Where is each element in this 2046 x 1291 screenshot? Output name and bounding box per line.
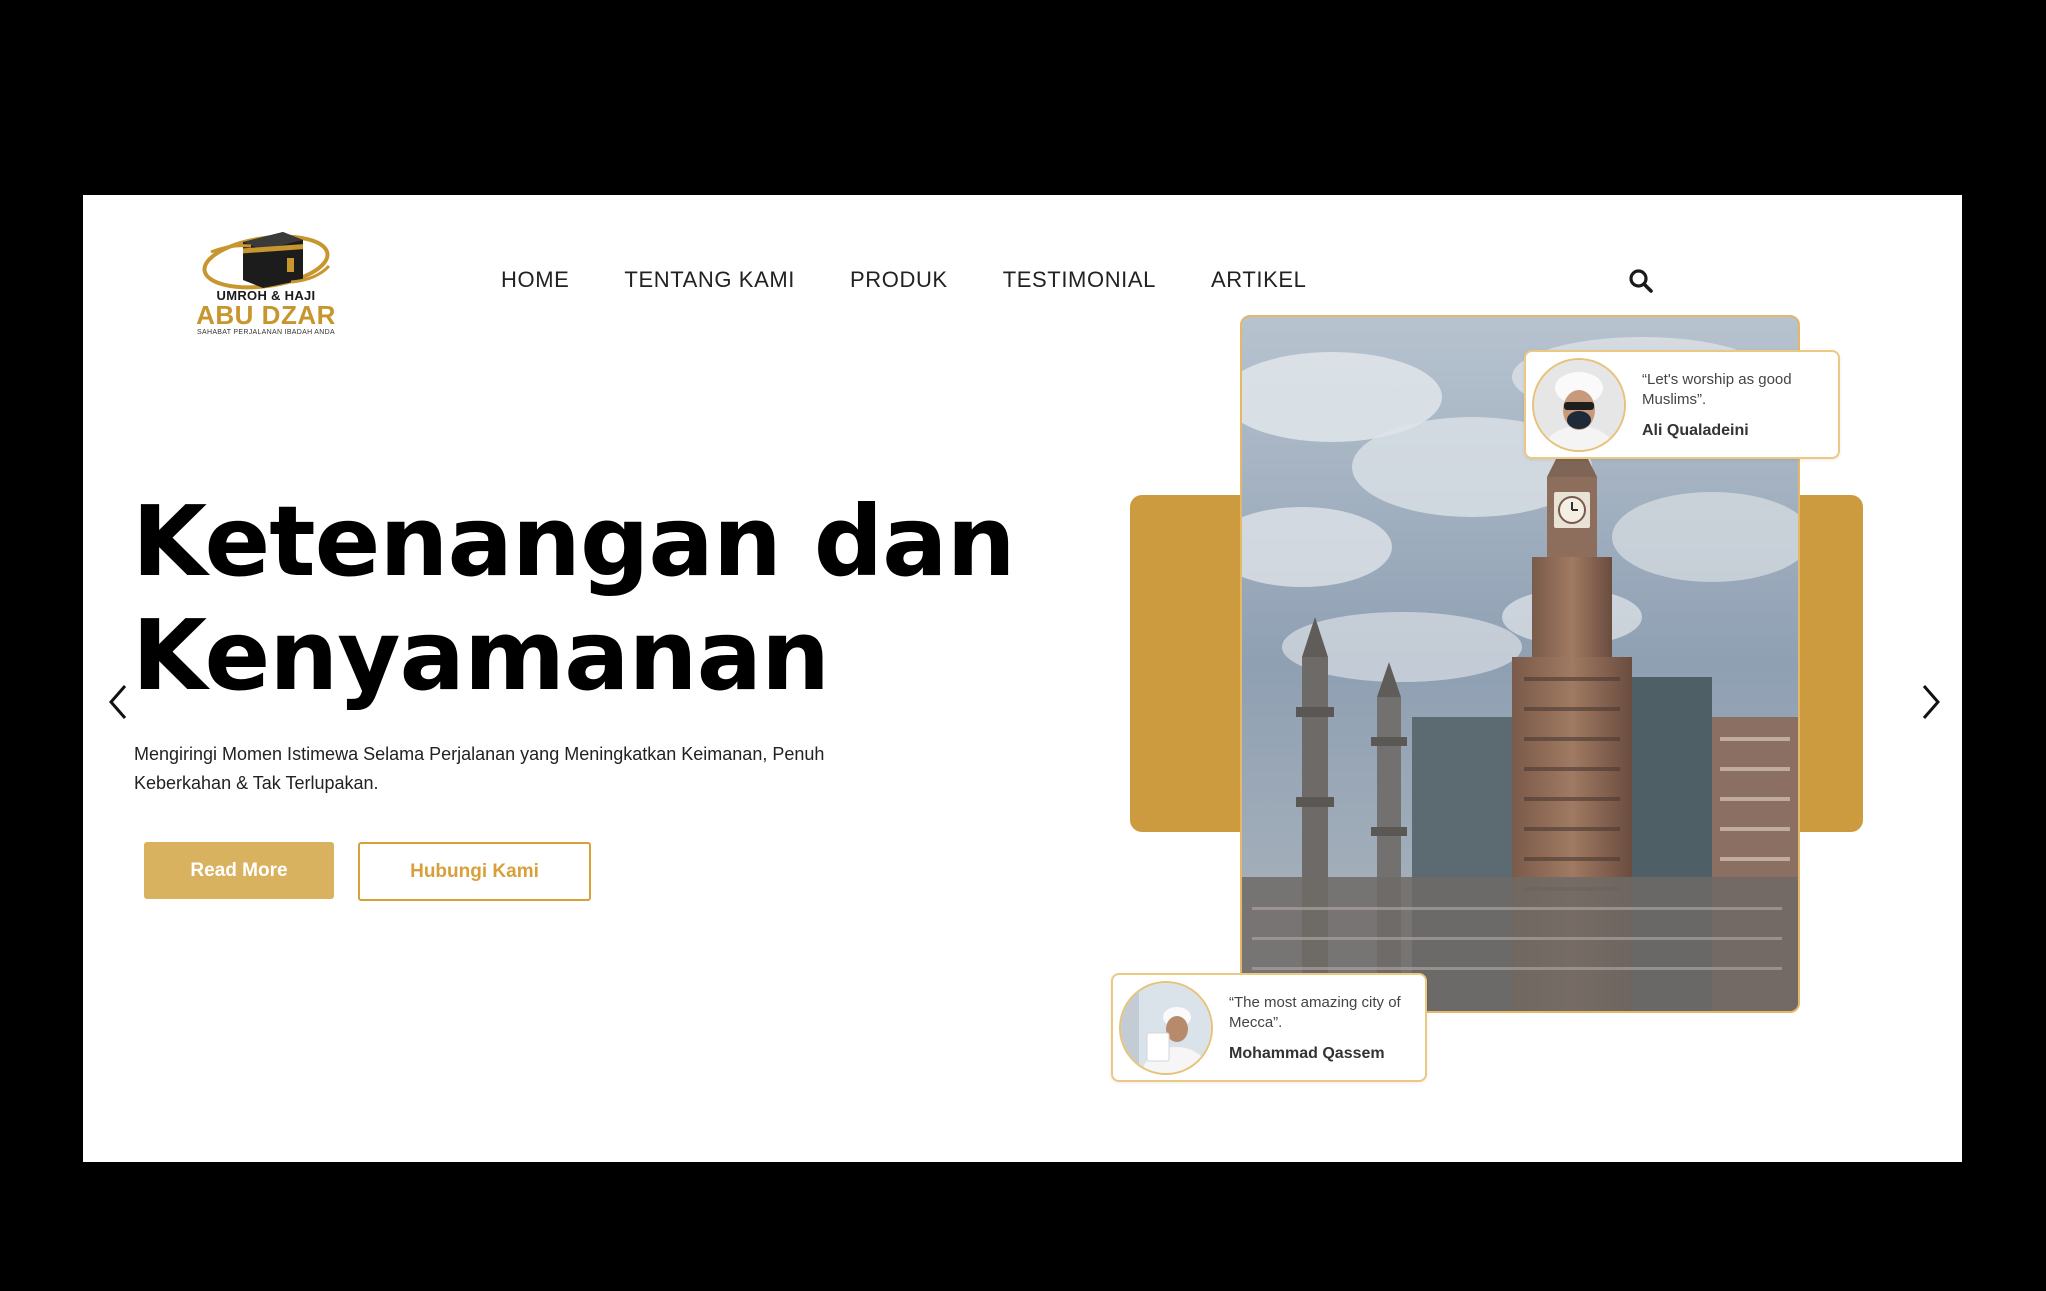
nav-tentang-kami[interactable]: TENTANG KAMI bbox=[624, 267, 795, 293]
slider-prev-button[interactable] bbox=[103, 680, 133, 724]
read-more-button[interactable]: Read More bbox=[144, 842, 334, 899]
nav-produk[interactable]: PRODUK bbox=[850, 267, 948, 293]
nav-testimonial[interactable]: TESTIMONIAL bbox=[1003, 267, 1156, 293]
testimonial-quote: “Let's worship as good Muslims”. bbox=[1642, 371, 1792, 408]
brand-name: ABU DZAR bbox=[196, 300, 336, 330]
brand-logo[interactable]: UMROH & HAJI ABU DZAR SAHABAT PERJALANAN… bbox=[191, 222, 341, 340]
nav-home[interactable]: HOME bbox=[501, 267, 569, 293]
main-nav: HOME TENTANG KAMI PRODUK TESTIMONIAL ART… bbox=[501, 265, 1307, 295]
hero-title-line-2: Kenyamanan bbox=[132, 599, 830, 712]
hero-description: Mengiringi Momen Istimewa Selama Perjala… bbox=[134, 744, 825, 793]
testimonial-card: “Let's worship as good Muslims”. Ali Qua… bbox=[1524, 350, 1840, 459]
contact-us-button[interactable]: Hubungi Kami bbox=[358, 842, 591, 901]
testimonial-author: Mohammad Qassem bbox=[1229, 1045, 1385, 1062]
landing-page: UMROH & HAJI ABU DZAR SAHABAT PERJALANAN… bbox=[83, 195, 1962, 1162]
chevron-right-icon bbox=[1922, 685, 1940, 719]
chevron-left-icon bbox=[109, 685, 127, 719]
avatar bbox=[1119, 981, 1213, 1075]
hero-title: Ketenangan dan Kenyamanan bbox=[132, 485, 1032, 713]
person-avatar-icon bbox=[1534, 360, 1624, 450]
brand-tagline: SAHABAT PERJALANAN IBADAH ANDA bbox=[197, 329, 335, 336]
slider-next-button[interactable] bbox=[1916, 680, 1946, 724]
nav-artikel[interactable]: ARTIKEL bbox=[1211, 267, 1307, 293]
person-avatar-icon bbox=[1121, 983, 1211, 1073]
avatar bbox=[1532, 358, 1626, 452]
hero-title-line-1: Ketenangan dan bbox=[132, 485, 1016, 598]
testimonial-card: “The most amazing city of Mecca”. Mohamm… bbox=[1111, 973, 1427, 1082]
kaaba-logo-icon bbox=[202, 232, 331, 290]
testimonial-author: Ali Qualadeini bbox=[1642, 422, 1749, 439]
search-icon bbox=[1629, 269, 1653, 293]
search-button[interactable] bbox=[1627, 267, 1655, 295]
testimonial-quote: “The most amazing city of Mecca”. bbox=[1229, 994, 1401, 1031]
